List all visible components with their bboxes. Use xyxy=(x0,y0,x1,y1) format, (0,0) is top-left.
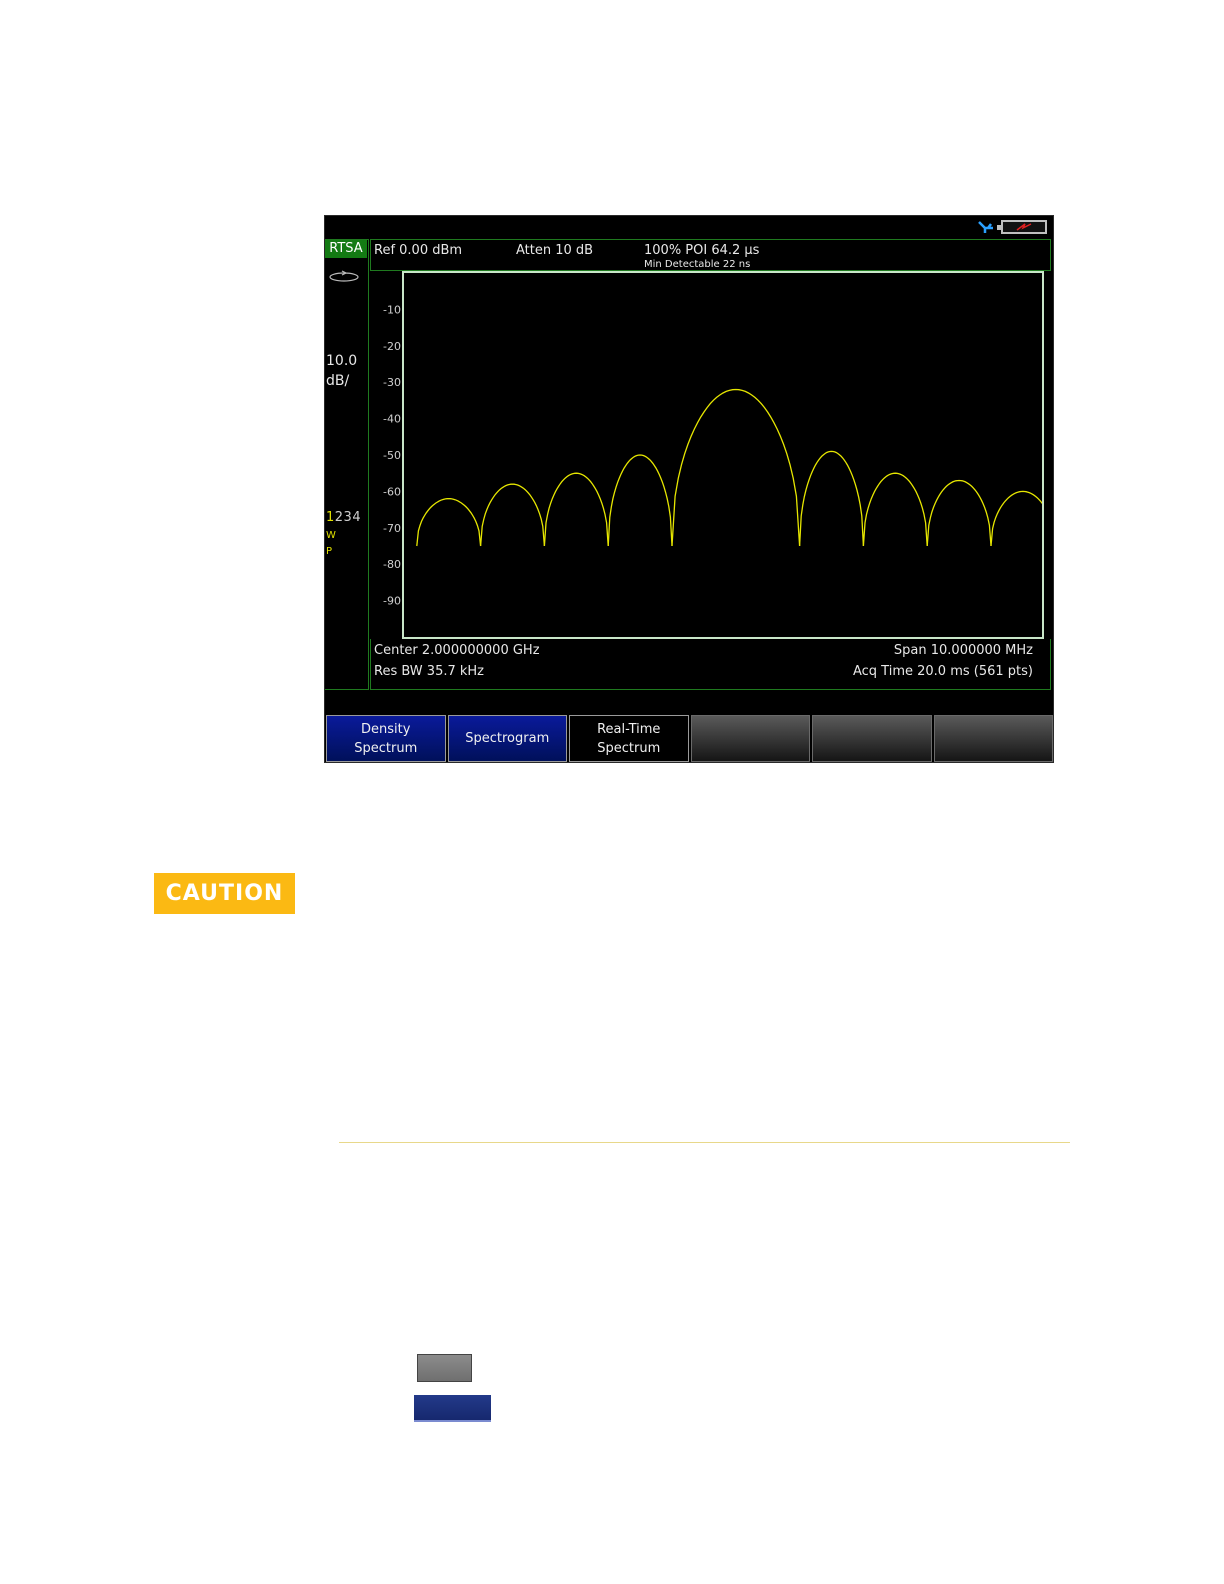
acquisition-time: Acq Time 20.0 ms (561 pts) xyxy=(852,664,1033,679)
y-tick-label: -40 xyxy=(383,413,401,426)
caution-badge: CAUTION xyxy=(154,873,295,914)
instrument-screenshot: RTSA 10.0 dB/ 1234 W P Ref 0.00 dBm Atte… xyxy=(324,215,1054,763)
center-frequency: Center 2.000000000 GHz xyxy=(374,643,540,658)
y-tick-label: -10 xyxy=(383,303,401,316)
y-tick-label: -30 xyxy=(383,376,401,389)
resolution-bandwidth: Res BW 35.7 kHz xyxy=(374,664,484,679)
span: Span 10.000000 MHz xyxy=(893,643,1033,658)
softkey-1[interactable]: Density Spectrum xyxy=(326,715,446,762)
softkey-4[interactable] xyxy=(690,715,810,762)
y-tick-label: -70 xyxy=(383,522,401,535)
gray-key-swatch xyxy=(417,1354,472,1382)
y-tick-label: -50 xyxy=(383,449,401,462)
y-tick-label: -60 xyxy=(383,485,401,498)
softkey-6[interactable] xyxy=(933,715,1053,762)
y-tick-label: -20 xyxy=(383,340,401,353)
y-tick-label: -90 xyxy=(383,595,401,608)
softkey-3[interactable]: Real-Time Spectrum xyxy=(569,715,689,762)
blue-key-swatch xyxy=(414,1395,491,1422)
plot-frame xyxy=(402,271,1044,639)
softkey-2[interactable]: Spectrogram xyxy=(447,715,567,762)
y-tick-label: -80 xyxy=(383,558,401,571)
section-rule xyxy=(339,1142,1070,1143)
measurement-footer: Center 2.000000000 GHz Res BW 35.7 kHz S… xyxy=(370,639,1051,690)
softkey-5[interactable] xyxy=(812,715,932,762)
softkey-bar: Density Spectrum Spectrogram Real-Time Spe… xyxy=(326,715,1053,762)
